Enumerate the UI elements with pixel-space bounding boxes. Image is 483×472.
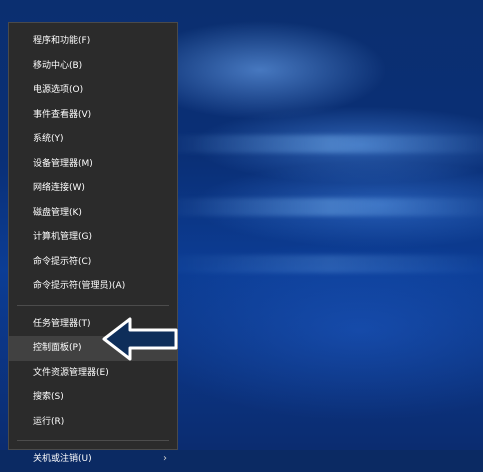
menu-item-command-prompt[interactable]: 命令提示符(C) [9,250,177,275]
menu-item-network-connections[interactable]: 网络连接(W) [9,176,177,201]
chevron-right-icon: › [163,453,167,464]
menu-item-search[interactable]: 搜索(S) [9,385,177,410]
menu-item-mobility-center[interactable]: 移动中心(B) [9,54,177,79]
menu-item-file-explorer[interactable]: 文件资源管理器(E) [9,361,177,386]
menu-item-disk-management[interactable]: 磁盘管理(K) [9,201,177,226]
menu-item-event-viewer[interactable]: 事件查看器(V) [9,103,177,128]
left-arrow-pointer-icon [102,317,178,361]
wallpaper-light-band [160,255,483,273]
menu-item-power-options[interactable]: 电源选项(O) [9,78,177,103]
menu-item-system[interactable]: 系统(Y) [9,127,177,152]
menu-item-label: 关机或注销(U) [33,454,92,464]
menu-divider [17,304,169,306]
menu-item-device-manager[interactable]: 设备管理器(M) [9,152,177,177]
wallpaper-light-band [160,135,483,153]
menu-item-shutdown-signout[interactable]: 关机或注销(U) › [9,447,177,472]
menu-item-run[interactable]: 运行(R) [9,410,177,435]
wallpaper-light-band [160,198,483,216]
winx-quick-link-menu: 程序和功能(F) 移动中心(B) 电源选项(O) 事件查看器(V) 系统(Y) … [8,22,178,464]
menu-item-computer-management[interactable]: 计算机管理(G) [9,225,177,250]
menu-divider [17,440,169,441]
menu-item-command-prompt-admin[interactable]: 命令提示符(管理员)(A) [9,274,177,299]
menu-item-programs-features[interactable]: 程序和功能(F) [9,29,177,54]
